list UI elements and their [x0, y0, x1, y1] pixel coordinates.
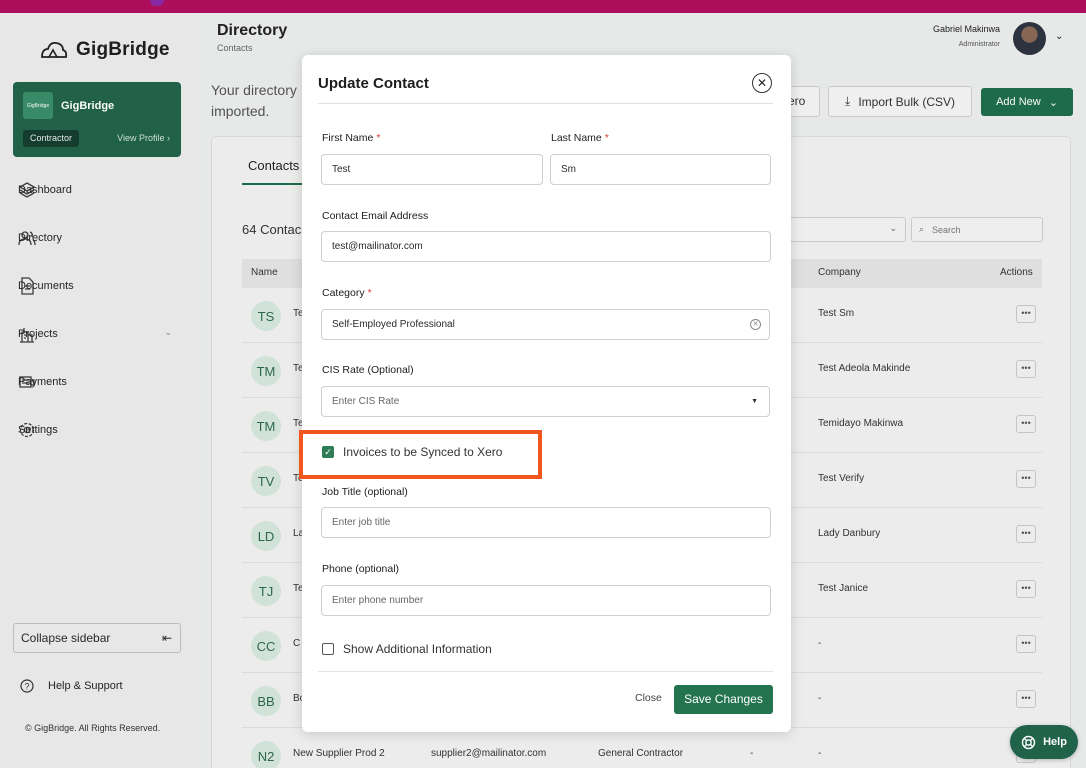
save-changes-button[interactable]: Save Changes	[674, 685, 773, 714]
help-button[interactable]: Help	[1010, 725, 1078, 759]
modal-divider	[318, 103, 773, 104]
clear-icon[interactable]: ✕	[750, 319, 761, 330]
caret-down-icon: ▼	[751, 398, 758, 405]
first-name-field[interactable]: Test	[321, 154, 543, 185]
checkbox-unchecked-icon[interactable]	[322, 643, 334, 655]
additional-info-label: Show Additional Information	[343, 642, 492, 656]
lifebuoy-icon	[1021, 735, 1036, 749]
email-field[interactable]: test@mailinator.com	[321, 231, 771, 262]
close-button[interactable]: Close	[635, 692, 662, 704]
xero-sync-label: Invoices to be Synced to Xero	[343, 445, 503, 459]
help-label: Help	[1043, 736, 1067, 748]
last-name-label: Last Name *	[551, 132, 609, 144]
cis-rate-placeholder: Enter CIS Rate	[332, 396, 400, 407]
additional-info-checkbox-row[interactable]: Show Additional Information	[322, 642, 492, 656]
job-title-label: Job Title (optional)	[322, 486, 408, 498]
cis-rate-select[interactable]: Enter CIS Rate ▼	[321, 386, 770, 417]
checkbox-checked-icon[interactable]: ✓	[322, 446, 334, 458]
cis-rate-label: CIS Rate (Optional)	[322, 364, 414, 376]
phone-label: Phone (optional)	[322, 563, 400, 575]
modal-footer-divider	[318, 671, 773, 672]
modal-title: Update Contact	[318, 75, 429, 92]
update-contact-modal: Update Contact ✕ First Name * Test Last N…	[302, 55, 791, 732]
category-label: Category *	[322, 287, 372, 299]
last-name-field[interactable]: Sm	[550, 154, 771, 185]
phone-field[interactable]: Enter phone number	[321, 585, 771, 616]
first-name-label: First Name *	[322, 132, 381, 144]
category-select[interactable]: Self-Employed Professional ✕	[321, 309, 770, 340]
category-value: Self-Employed Professional	[332, 319, 455, 330]
close-icon[interactable]: ✕	[752, 73, 772, 93]
job-title-field[interactable]: Enter job title	[321, 507, 771, 538]
email-label: Contact Email Address	[322, 210, 429, 222]
xero-sync-checkbox-row[interactable]: ✓ Invoices to be Synced to Xero	[322, 445, 502, 459]
